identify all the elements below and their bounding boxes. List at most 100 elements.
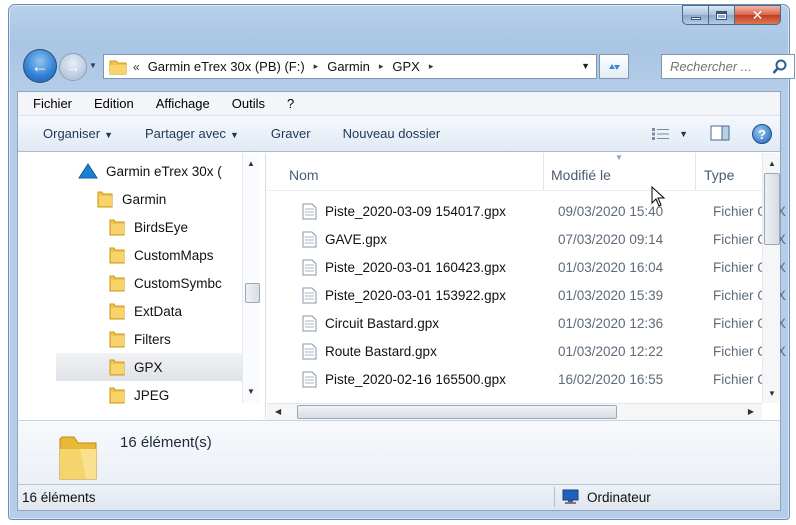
table-row[interactable]: Route Bastard.gpx 01/03/2020 12:22 Fichi… bbox=[267, 337, 786, 365]
file-modified: 01/03/2020 12:36 bbox=[558, 316, 664, 331]
preview-pane-button[interactable] bbox=[710, 125, 730, 144]
scroll-left-icon[interactable]: ◀ bbox=[275, 407, 281, 416]
tree-item-filters[interactable]: Filters bbox=[108, 325, 171, 353]
menu-help[interactable]: ? bbox=[287, 96, 294, 111]
nav-scroll-thumb[interactable] bbox=[245, 283, 260, 303]
column-name[interactable]: Nom bbox=[289, 167, 319, 183]
refresh-button[interactable] bbox=[599, 54, 629, 79]
preview-pane-icon bbox=[710, 125, 730, 140]
breadcrumb-garmin[interactable]: Garmin bbox=[327, 59, 370, 74]
folder-icon bbox=[109, 275, 125, 292]
tree-item-garmin[interactable]: Garmin bbox=[96, 185, 166, 213]
minimize-button[interactable] bbox=[682, 5, 709, 25]
status-bar: 16 éléments Ordinateur bbox=[18, 484, 780, 510]
folder-icon bbox=[109, 60, 127, 74]
tree-item-label: Filters bbox=[134, 331, 171, 347]
navigation-row: ← → ▼ « Garmin eTrex 30x (PB) (F:) ▸ Gar… bbox=[21, 49, 795, 83]
forward-button[interactable]: → bbox=[59, 53, 87, 81]
new-folder-label: Nouveau dossier bbox=[342, 126, 441, 141]
folder-icon bbox=[109, 247, 125, 264]
tree-item-gpx[interactable]: GPX bbox=[56, 353, 244, 381]
file-name: Circuit Bastard.gpx bbox=[325, 316, 440, 331]
tree-item-jpeg[interactable]: JPEG bbox=[108, 381, 169, 409]
tree-item-label: Garmin bbox=[122, 191, 167, 207]
maximize-button[interactable] bbox=[709, 5, 735, 25]
close-button[interactable]: ✕ bbox=[735, 5, 781, 25]
view-list-icon bbox=[652, 128, 670, 140]
status-computer-label: Ordinateur bbox=[587, 489, 651, 505]
mouse-cursor-icon bbox=[651, 186, 666, 207]
column-divider[interactable] bbox=[543, 153, 544, 191]
breadcrumb-gpx[interactable]: GPX bbox=[392, 59, 419, 74]
breadcrumb-separator-icon[interactable]: ▸ bbox=[314, 61, 319, 72]
menu-edit[interactable]: Edition bbox=[94, 96, 134, 111]
share-with-button[interactable]: Partager avec ▼ bbox=[145, 126, 239, 141]
file-type: Fichier GPX bbox=[713, 204, 786, 219]
files-vertical-scrollbar[interactable]: ▲ ▼ bbox=[762, 153, 780, 403]
menu-view[interactable]: Affichage bbox=[156, 96, 210, 111]
tree-item-custommaps[interactable]: CustomMaps bbox=[108, 241, 214, 269]
back-button[interactable]: ← bbox=[23, 49, 57, 83]
table-row[interactable]: Piste_2020-03-09 154017.gpx 09/03/2020 1… bbox=[267, 197, 786, 225]
file-name: Piste_2020-03-01 160423.gpx bbox=[325, 260, 506, 275]
folder-large-icon bbox=[59, 436, 97, 480]
folder-icon bbox=[109, 303, 125, 320]
address-dropdown-icon[interactable]: ▼ bbox=[581, 61, 590, 71]
navigation-pane: Garmin eTrex 30x ( Garmin BirdsEye Custo… bbox=[18, 153, 266, 419]
tree-item-birdseye[interactable]: BirdsEye bbox=[108, 213, 188, 241]
computer-icon bbox=[562, 489, 579, 504]
files-scroll-thumb[interactable] bbox=[764, 173, 780, 245]
column-header: Nom Modifié le ▼ Type bbox=[267, 153, 762, 191]
scroll-right-icon[interactable]: ▶ bbox=[748, 407, 754, 416]
table-row[interactable]: Piste_2020-03-01 160423.gpx 01/03/2020 1… bbox=[267, 253, 786, 281]
tree-item-extdata[interactable]: ExtData bbox=[108, 297, 182, 325]
nav-vertical-scrollbar[interactable]: ▲ ▼ bbox=[242, 153, 260, 403]
arrow-right-icon: → bbox=[66, 59, 80, 75]
recent-pages-dropdown[interactable]: ▼ bbox=[89, 61, 97, 70]
scroll-down-icon[interactable]: ▼ bbox=[768, 389, 776, 398]
breadcrumb-drive[interactable]: Garmin eTrex 30x (PB) (F:) bbox=[148, 59, 305, 74]
menu-file[interactable]: Fichier bbox=[33, 96, 72, 111]
search-icon[interactable] bbox=[772, 59, 788, 75]
address-overflow-icon[interactable]: « bbox=[133, 60, 140, 74]
table-row[interactable]: Piste_2020-02-16 165500.gpx 16/02/2020 1… bbox=[267, 365, 762, 403]
scroll-up-icon[interactable]: ▲ bbox=[768, 159, 776, 168]
files-horizontal-scrollbar[interactable]: ◀ ▶ bbox=[267, 403, 762, 420]
new-folder-button[interactable]: Nouveau dossier bbox=[343, 126, 441, 141]
address-bar[interactable]: « Garmin eTrex 30x (PB) (F:) ▸ Garmin ▸ … bbox=[103, 54, 597, 79]
tree-item-label: ExtData bbox=[134, 303, 183, 319]
status-item-count: 16 éléments bbox=[22, 490, 96, 505]
table-row[interactable]: GAVE.gpx 07/03/2020 09:14 Fichier GPX bbox=[267, 225, 786, 253]
files-hscroll-thumb[interactable] bbox=[297, 405, 617, 419]
file-name: GAVE.gpx bbox=[325, 232, 388, 247]
scroll-up-icon[interactable]: ▲ bbox=[247, 159, 255, 168]
organize-button[interactable]: Organiser ▼ bbox=[43, 126, 113, 141]
help-button[interactable]: ? bbox=[752, 124, 772, 144]
column-divider[interactable] bbox=[695, 153, 696, 191]
tree-item-label: CustomSymbc bbox=[134, 275, 222, 291]
burn-button[interactable]: Graver bbox=[271, 126, 311, 141]
search-input[interactable] bbox=[670, 59, 766, 74]
tree-item-label: CustomMaps bbox=[134, 247, 214, 263]
menu-tools[interactable]: Outils bbox=[232, 96, 265, 111]
chevron-down-icon: ▼ bbox=[229, 130, 239, 140]
chevron-down-icon: ▼ bbox=[89, 61, 97, 70]
breadcrumb-separator-icon[interactable]: ▸ bbox=[379, 61, 384, 72]
search-box[interactable] bbox=[661, 54, 795, 79]
table-row[interactable]: Circuit Bastard.gpx 01/03/2020 12:36 Fic… bbox=[267, 309, 786, 337]
file-modified: 01/03/2020 16:04 bbox=[558, 260, 664, 275]
folder-icon bbox=[109, 331, 125, 348]
scroll-down-icon[interactable]: ▼ bbox=[247, 387, 255, 396]
view-options-button[interactable]: ▼ bbox=[651, 127, 688, 141]
column-type[interactable]: Type bbox=[704, 167, 734, 183]
table-row[interactable]: Piste_2020-03-01 153922.gpx 01/03/2020 1… bbox=[267, 281, 786, 309]
column-modified[interactable]: Modifié le bbox=[551, 167, 611, 183]
tree-item-device[interactable]: Garmin eTrex 30x ( bbox=[78, 157, 222, 185]
file-modified: 01/03/2020 12:22 bbox=[558, 344, 664, 359]
file-name: Piste_2020-03-09 154017.gpx bbox=[325, 204, 506, 219]
file-type: Fichier GPX bbox=[713, 288, 786, 303]
maximize-icon bbox=[716, 10, 727, 20]
tree-item-customsymbols[interactable]: CustomSymbc bbox=[108, 269, 222, 297]
file-type: Fichier GPX bbox=[713, 372, 762, 387]
breadcrumb-separator-icon[interactable]: ▸ bbox=[429, 61, 434, 72]
